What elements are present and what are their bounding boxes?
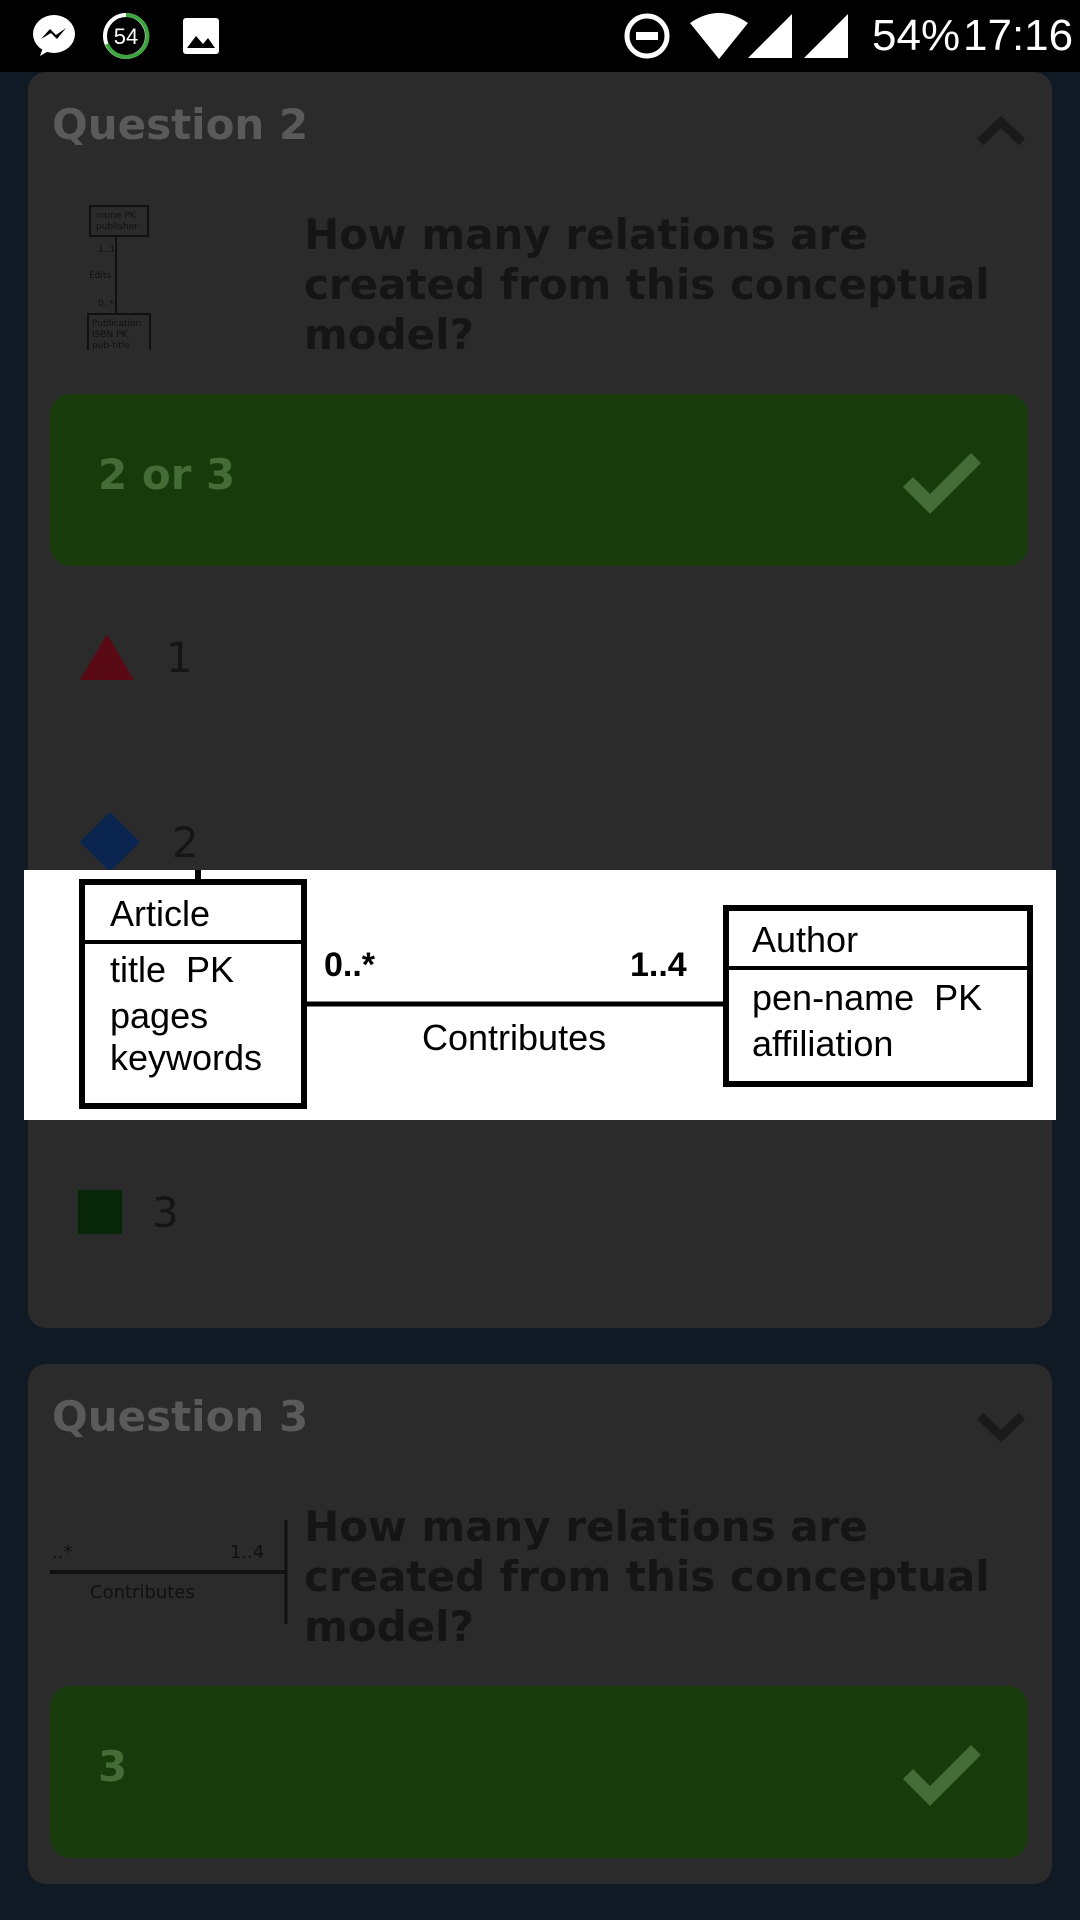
correct-answer-label: 2 or 3: [98, 450, 236, 499]
thumb-card1: 1..1: [98, 245, 115, 255]
thumb-right-card: 1..4: [230, 1542, 264, 1563]
checkmark-icon: [903, 1745, 981, 1806]
triangle-icon: [80, 634, 134, 680]
answer-option: 1: [78, 622, 193, 692]
entity-author-attr: affiliation: [752, 1023, 893, 1064]
question-text: How many relations are created from this…: [304, 210, 990, 359]
entity-article-attr: keywords: [110, 1037, 262, 1078]
question-title: Question 2: [52, 100, 309, 149]
entity-author-name: Author: [752, 919, 858, 960]
thumb-rel: Edits: [89, 271, 111, 281]
signal-icon: [800, 10, 852, 62]
left-cardinality: 0..*: [324, 946, 376, 984]
question-thumbnail-image[interactable]: name PK publisher 1..1 Edits 0..* Public…: [58, 202, 188, 350]
correct-answer-bar: 2 or 3: [50, 394, 1028, 566]
messenger-icon: [28, 10, 80, 62]
question-2-card: Question 2 name PK publisher 1..1 Edits …: [28, 72, 1052, 1328]
question-title: Question 3: [52, 1392, 309, 1441]
option-label: 2: [172, 817, 199, 867]
status-bar: 54 54% 17:16: [0, 0, 1080, 72]
thumb-box1-line2: publisher: [96, 222, 138, 232]
entity-article-attr: title PK: [110, 949, 234, 990]
relationship-label: Contributes: [422, 1017, 606, 1058]
thumb-card2: 0..*: [98, 299, 114, 309]
er-diagram: Article title PK pages keywords 0..* 1..…: [79, 870, 1033, 1109]
entity-author-attr: pen-name PK: [752, 977, 982, 1018]
battery-level: 54%: [872, 11, 961, 60]
checkmark-icon: [903, 453, 981, 514]
question-3-card: Question 3 ..* 1..4 Contributes How many…: [28, 1364, 1052, 1884]
thumb-box1-line1: name PK: [96, 211, 137, 221]
clock: 17:16: [963, 11, 1074, 60]
do-not-disturb-icon: [622, 10, 672, 62]
square-icon: [78, 1190, 122, 1234]
correct-answer-bar: 3: [50, 1686, 1028, 1858]
answer-option: 2: [78, 807, 199, 877]
entity-article-attr: pages: [110, 995, 208, 1036]
correct-answer-label: 3: [98, 1742, 128, 1791]
zoomed-diagram-image[interactable]: Article title PK pages keywords 0..* 1..…: [24, 870, 1056, 1120]
right-cardinality: 1..4: [630, 946, 687, 984]
thumb-box2-line1: Publication: [92, 319, 141, 329]
entity-article-name: Article: [110, 893, 210, 934]
notification-count: 54: [114, 24, 138, 49]
signal-icon: [744, 10, 796, 62]
diamond-icon: [80, 812, 140, 872]
notification-counter-icon: 54: [100, 10, 152, 62]
chevron-down-icon[interactable]: [976, 1410, 1026, 1444]
option-label: 3: [152, 1187, 179, 1237]
thumb-box2-line2: ISBN PK: [92, 330, 129, 340]
answer-option: 3: [78, 1177, 179, 1247]
thumb-rel: Contributes: [90, 1582, 195, 1603]
question-text: How many relations are created from this…: [304, 1502, 990, 1651]
gallery-icon: [176, 10, 226, 62]
option-label: 1: [166, 632, 193, 682]
question-thumbnail-image[interactable]: ..* 1..4 Contributes: [50, 1520, 290, 1630]
thumb-left-card: ..*: [52, 1542, 72, 1563]
thumb-box2-line3: pub-title: [92, 341, 130, 350]
chevron-up-icon[interactable]: [976, 114, 1026, 148]
